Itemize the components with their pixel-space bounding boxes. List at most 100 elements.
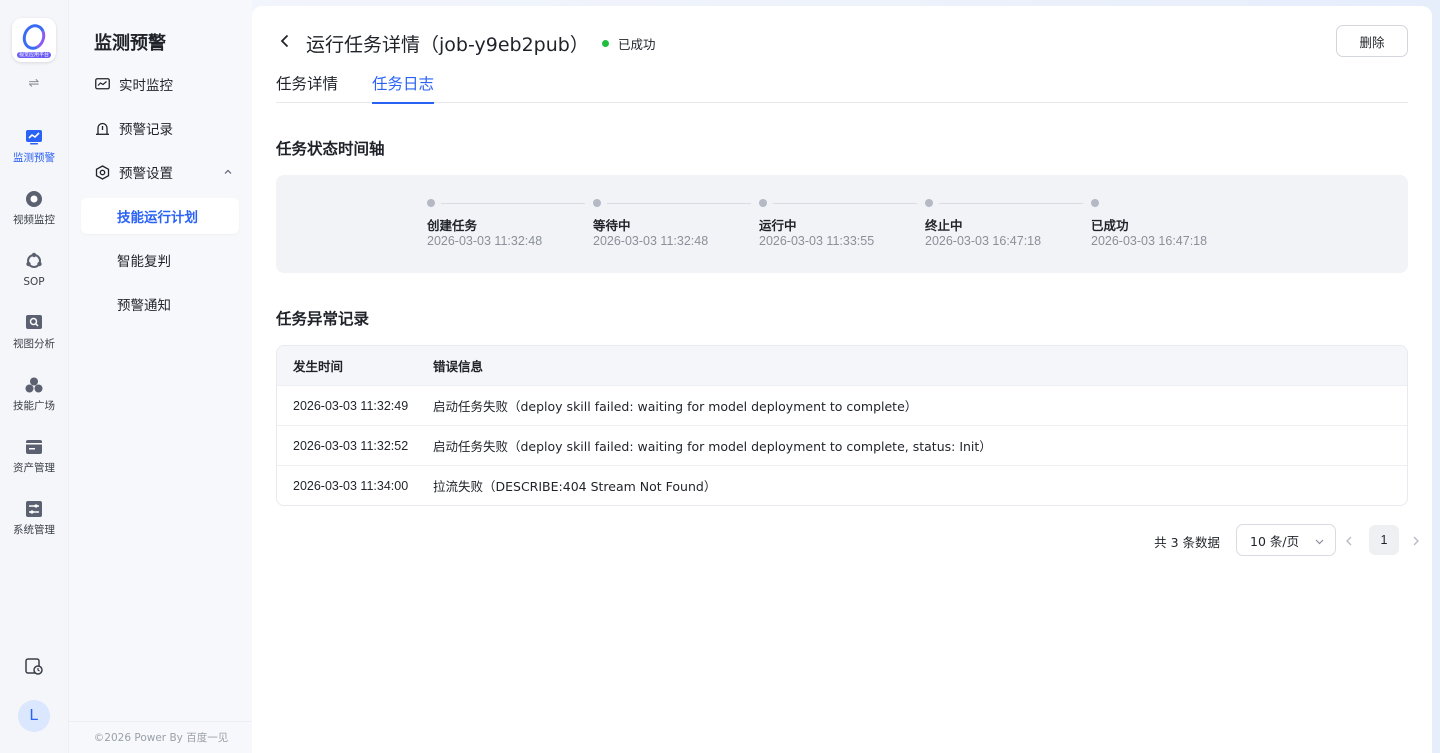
camera-icon bbox=[25, 190, 43, 208]
table-row: 2026-03-03 11:34:00 拉流失败（DESCRIBE:404 St… bbox=[277, 465, 1407, 505]
monitor-chart-icon bbox=[25, 128, 43, 146]
rail-item-label: 系统管理 bbox=[13, 524, 55, 536]
timeline-node bbox=[593, 199, 601, 207]
status-timeline: 创建任务 2026-03-03 11:32:48 等待中 2026-03-03 … bbox=[276, 175, 1408, 273]
next-page-icon[interactable] bbox=[1409, 533, 1423, 547]
system-icon bbox=[25, 500, 43, 518]
delete-button[interactable]: 删除 bbox=[1336, 25, 1408, 57]
status-dot-icon bbox=[602, 40, 609, 47]
chevron-up-icon bbox=[223, 165, 233, 181]
table-row: 2026-03-03 11:32:49 启动任务失败（deploy skill … bbox=[277, 385, 1407, 425]
avatar[interactable]: L bbox=[18, 700, 50, 732]
main-panel: 运行任务详情（job-y9eb2pub） 已成功 删除 任务详情 任务日志 任务… bbox=[252, 6, 1432, 753]
menu-item-label: 智能复判 bbox=[117, 254, 171, 270]
copyright-footer: ©2026 Power By 百度一见 bbox=[69, 721, 253, 753]
view-analysis-icon bbox=[25, 314, 43, 332]
rail-item-label: 视频监控 bbox=[13, 214, 55, 226]
sop-icon bbox=[25, 252, 43, 270]
timeline-step-time: 2026-03-03 16:47:18 bbox=[1091, 234, 1208, 248]
tab-task-logs[interactable]: 任务日志 bbox=[372, 72, 435, 104]
cell-message: 拉流失败（DESCRIBE:404 Stream Not Found） bbox=[433, 479, 717, 494]
rail-item-assets[interactable]: 资产管理 bbox=[0, 438, 68, 475]
settings-icon bbox=[94, 164, 110, 180]
rail-item-view-analysis[interactable]: 视图分析 bbox=[0, 314, 68, 351]
skills-icon bbox=[25, 376, 43, 394]
timeline-step-name: 创建任务 bbox=[427, 218, 478, 233]
menu-item-skill-run-plan[interactable]: 技能运行计划 bbox=[81, 198, 239, 234]
menu-item-alert-notify[interactable]: 预警通知 bbox=[81, 286, 239, 322]
cell-time: 2026-03-03 11:32:52 bbox=[293, 438, 409, 453]
chart-icon bbox=[94, 76, 110, 92]
page-number-current[interactable]: 1 bbox=[1369, 525, 1399, 555]
timeline-connector bbox=[441, 203, 585, 204]
rail-item-video[interactable]: 视频监控 bbox=[0, 190, 68, 227]
rail-item-label: 资产管理 bbox=[13, 462, 55, 474]
column-header-message: 错误信息 bbox=[433, 359, 484, 374]
rail-item-label: 技能广场 bbox=[13, 400, 55, 412]
menu-item-label: 预警记录 bbox=[119, 122, 173, 138]
menu-item-label: 技能运行计划 bbox=[117, 210, 198, 226]
timeline-step-time: 2026-03-03 16:47:18 bbox=[925, 234, 1042, 248]
menu-item-label: 实时监控 bbox=[119, 78, 173, 94]
errors-title: 任务异常记录 bbox=[276, 310, 370, 328]
rail-item-label: 视图分析 bbox=[13, 338, 55, 350]
page-title: 运行任务详情（job-y9eb2pub） bbox=[306, 34, 589, 56]
timeline-connector bbox=[607, 203, 751, 204]
cell-time: 2026-03-03 11:34:00 bbox=[293, 478, 409, 493]
timeline-node bbox=[1091, 199, 1099, 207]
back-arrow-icon[interactable] bbox=[276, 32, 294, 50]
timeline-step-name: 终止中 bbox=[925, 218, 963, 233]
cell-time: 2026-03-03 11:32:49 bbox=[293, 398, 409, 413]
menu-item-label: 预警通知 bbox=[117, 298, 171, 314]
timeline-step-time: 2026-03-03 11:32:48 bbox=[593, 234, 709, 248]
app-logo[interactable]: 视觉应用平台 bbox=[12, 18, 56, 62]
prev-page-icon[interactable] bbox=[1342, 533, 1356, 547]
timeline-node bbox=[759, 199, 767, 207]
page-size-select[interactable]: 10 条/页 bbox=[1236, 524, 1336, 556]
menu-item-label: 预警设置 bbox=[119, 166, 173, 182]
timeline-connector bbox=[773, 203, 917, 204]
rail-item-sop[interactable]: SOP bbox=[0, 252, 68, 289]
column-header-time: 发生时间 bbox=[293, 359, 344, 374]
rail-item-label: 监测预警 bbox=[13, 152, 55, 164]
timeline-step-name: 运行中 bbox=[759, 218, 797, 233]
alarm-icon bbox=[94, 120, 110, 136]
schedule-icon[interactable] bbox=[24, 656, 44, 676]
menu-item-smart-review[interactable]: 智能复判 bbox=[81, 242, 239, 278]
tab-bar: 任务详情 任务日志 bbox=[276, 72, 1408, 104]
icon-rail: 视觉应用平台 ⇌ 监测预警 视频监控 SOP 视图分析 技能广场 资产管理 系统… bbox=[0, 0, 68, 753]
secondary-menu: 监测预警 实时监控 预警记录 预警设置 技能运行计划 智能复判 预警通知 ©20… bbox=[68, 0, 253, 753]
timeline-node bbox=[427, 199, 435, 207]
total-count: 共 3 条数据 bbox=[1154, 535, 1220, 550]
timeline-title: 任务状态时间轴 bbox=[276, 140, 385, 158]
logo-mark-icon bbox=[19, 21, 49, 53]
chevron-down-icon bbox=[1314, 535, 1325, 550]
error-table: 发生时间 错误信息 2026-03-03 11:32:49 启动任务失败（dep… bbox=[276, 345, 1408, 506]
timeline-node bbox=[925, 199, 933, 207]
timeline-step-time: 2026-03-03 11:33:55 bbox=[759, 234, 875, 248]
menu-item-alert-settings[interactable]: 预警设置 bbox=[81, 154, 239, 190]
menu-item-realtime-monitor[interactable]: 实时监控 bbox=[81, 66, 239, 102]
cell-message: 启动任务失败（deploy skill failed: waiting for … bbox=[433, 439, 992, 454]
table-row: 2026-03-03 11:32:52 启动任务失败（deploy skill … bbox=[277, 425, 1407, 465]
table-header-row: 发生时间 错误信息 bbox=[277, 346, 1407, 385]
rail-toggle-icon[interactable]: ⇌ bbox=[0, 76, 68, 91]
timeline-step-name: 已成功 bbox=[1091, 218, 1129, 233]
timeline-connector bbox=[939, 203, 1083, 204]
cell-message: 启动任务失败（deploy skill failed: waiting for … bbox=[433, 399, 918, 414]
rail-item-label: SOP bbox=[23, 276, 45, 288]
logo-tag: 视觉应用平台 bbox=[16, 52, 51, 58]
page-size-value: 10 条/页 bbox=[1250, 533, 1300, 549]
rail-item-system[interactable]: 系统管理 bbox=[0, 500, 68, 537]
menu-item-alert-records[interactable]: 预警记录 bbox=[81, 110, 239, 146]
rail-item-skills[interactable]: 技能广场 bbox=[0, 376, 68, 413]
assets-icon bbox=[25, 438, 43, 456]
status-text: 已成功 bbox=[618, 37, 656, 52]
status-badge: 已成功 bbox=[602, 34, 656, 53]
timeline-step-time: 2026-03-03 11:32:48 bbox=[427, 234, 543, 248]
menu-title: 监测预警 bbox=[94, 33, 166, 54]
tab-task-details[interactable]: 任务详情 bbox=[276, 72, 338, 103]
pagination: 共 3 条数据 10 条/页 1 bbox=[252, 524, 1432, 556]
rail-item-monitor[interactable]: 监测预警 bbox=[0, 128, 68, 165]
timeline-step-name: 等待中 bbox=[593, 218, 631, 233]
